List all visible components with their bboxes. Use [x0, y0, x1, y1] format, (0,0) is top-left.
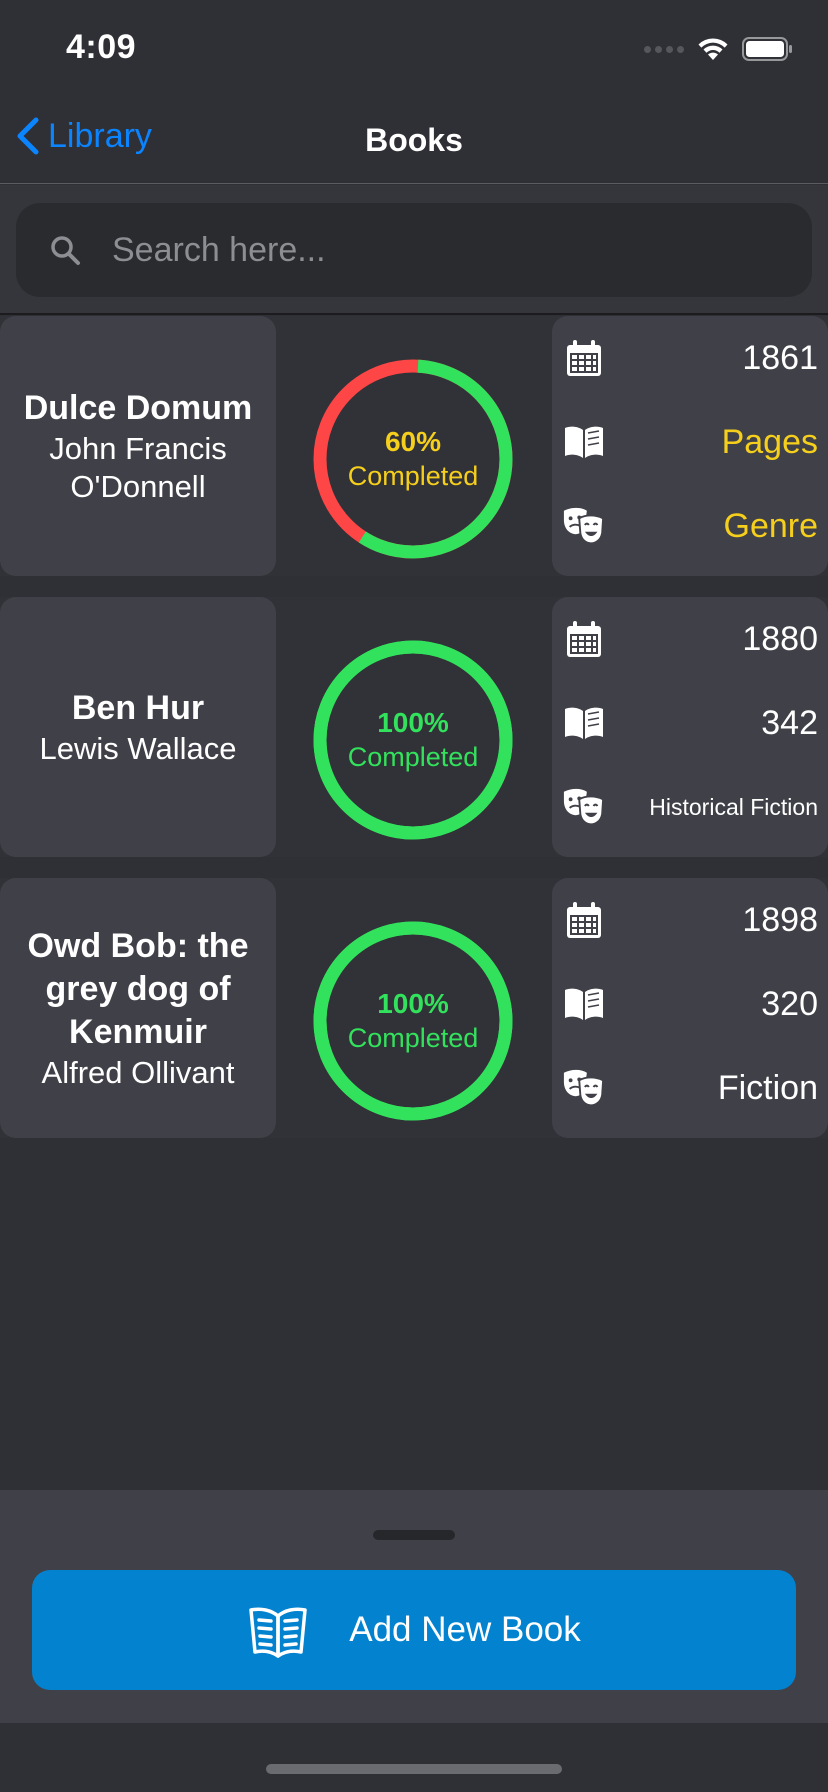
meta-genre-row: Fiction	[552, 1058, 828, 1118]
sheet-drag-handle[interactable]	[373, 1530, 455, 1540]
meta-year-row: 1898	[552, 890, 828, 950]
meta-genre-row: Historical Fiction	[552, 777, 828, 837]
book-year: 1861	[742, 338, 818, 377]
calendar-icon	[562, 898, 606, 942]
book-pages: 320	[761, 984, 818, 1023]
book-info-card: Owd Bob: the grey dog of Kenmuir Alfred …	[0, 878, 276, 1138]
wifi-icon	[698, 38, 728, 60]
book-info-card: Dulce Domum John Francis O'Donnell	[0, 316, 276, 576]
meta-pages-row: Pages	[552, 412, 828, 472]
progress-percent: 100%	[377, 988, 449, 1019]
battery-icon	[742, 37, 792, 61]
book-meta-card: 1861 Pages Genre	[552, 316, 828, 576]
bottom-sheet: Add New Book	[0, 1490, 828, 1723]
book-pages: Pages	[721, 422, 818, 461]
book-meta-card: 1880 342 Historical Fiction	[552, 597, 828, 857]
meta-pages-row: 342	[552, 693, 828, 753]
progress-status: Completed	[347, 1023, 479, 1053]
book-title: Ben Hur	[71, 688, 205, 727]
progress-ring: 60% Completed	[310, 356, 516, 562]
search-bar-container	[0, 185, 828, 315]
progress-percent: 60%	[384, 426, 442, 457]
book-pages: 342	[761, 703, 818, 742]
book-row[interactable]: Ben Hur Lewis Wallace 100% Completed 188…	[0, 597, 828, 857]
meta-pages-row: 320	[552, 974, 828, 1034]
progress-status: Completed	[347, 742, 479, 772]
book-meta-card: 1898 320 Fiction	[552, 878, 828, 1138]
status-indicators	[644, 36, 794, 62]
book-title: Dulce Domum	[23, 388, 253, 427]
status-time: 4:09	[66, 28, 137, 66]
page-title: Books	[365, 122, 463, 158]
calendar-icon	[562, 617, 606, 661]
theater-masks-icon	[562, 1066, 606, 1110]
open-book-icon	[562, 701, 606, 745]
book-author: John Francis O'Donnell	[49, 430, 227, 504]
status-bar: 4:09	[0, 0, 828, 96]
book-info-card: Ben Hur Lewis Wallace	[0, 597, 276, 857]
progress-ring: 100% Completed	[310, 918, 516, 1124]
open-book-icon	[562, 982, 606, 1026]
cellular-signal-icon	[644, 45, 684, 53]
theater-masks-icon	[562, 785, 606, 829]
search-box[interactable]	[16, 203, 812, 297]
book-genre: Genre	[723, 506, 819, 545]
progress-percent: 100%	[377, 707, 449, 738]
home-indicator	[266, 1764, 562, 1774]
progress-ring: 100% Completed	[310, 637, 516, 843]
book-title: Owd Bob: the grey dog of Kenmuir	[27, 926, 249, 1051]
add-new-book-label: Add New Book	[349, 1610, 581, 1649]
meta-year-row: 1880	[552, 609, 828, 669]
book-year: 1898	[742, 900, 818, 939]
book-list: Dulce Domum John Francis O'Donnell 60% C…	[0, 316, 828, 1159]
book-row[interactable]: Dulce Domum John Francis O'Donnell 60% C…	[0, 316, 828, 576]
search-icon	[51, 236, 80, 265]
book-author: Lewis Wallace	[39, 730, 237, 766]
meta-genre-row: Genre	[552, 496, 828, 556]
book-author: Alfred Ollivant	[41, 1054, 235, 1090]
book-genre: Fiction	[717, 1068, 818, 1107]
add-new-book-button[interactable]: Add New Book	[32, 1570, 796, 1690]
book-year: 1880	[742, 619, 818, 658]
book-genre: Historical Fiction	[649, 793, 818, 820]
meta-year-row: 1861	[552, 328, 828, 388]
book-row[interactable]: Owd Bob: the grey dog of Kenmuir Alfred …	[0, 878, 828, 1138]
theater-masks-icon	[562, 504, 606, 548]
navigation-bar: Library Books	[0, 96, 828, 184]
open-book-icon	[562, 420, 606, 464]
progress-status: Completed	[347, 461, 479, 491]
search-input[interactable]	[112, 230, 812, 270]
calendar-icon	[562, 336, 606, 380]
open-book-icon	[249, 1607, 307, 1658]
